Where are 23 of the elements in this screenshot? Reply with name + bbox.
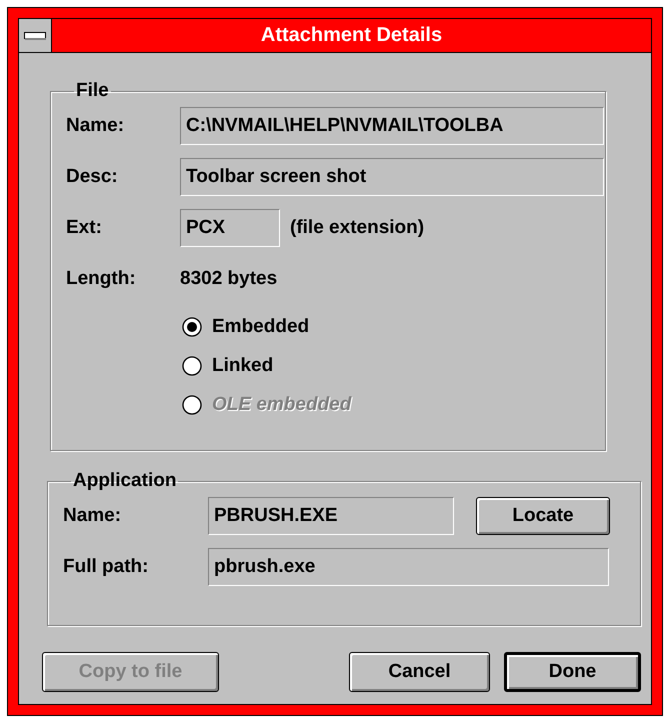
text-field[interactable]: PCX <box>180 209 280 247</box>
system-menu-button[interactable] <box>19 19 52 52</box>
text-field[interactable]: PBRUSH.EXE <box>208 497 454 535</box>
dialog-button[interactable]: Cancel <box>349 652 490 692</box>
field-label: Length: <box>66 268 137 290</box>
field-label: Name: <box>66 115 126 137</box>
text-field[interactable]: pbrush.exe <box>208 548 609 586</box>
field-label: Ext: <box>66 217 103 239</box>
window-title: Attachment Details <box>260 24 444 47</box>
field-note: (file extension) <box>290 217 424 239</box>
text-field[interactable]: C:\NVMAIL\HELP\NVMAIL\TOOLBA <box>180 107 604 145</box>
field-label: Full path: <box>63 556 150 578</box>
text-field[interactable]: Toolbar screen shot <box>180 158 604 196</box>
radio-option[interactable]: Linked <box>182 346 274 385</box>
length-value: 8302 bytes <box>180 267 278 291</box>
field-label: Desc: <box>66 166 119 188</box>
locate-button[interactable]: Locate <box>476 497 610 535</box>
dialog-button[interactable]: Done <box>504 652 641 692</box>
radio-option[interactable]: Embedded <box>182 307 310 346</box>
group-title: File <box>75 81 110 101</box>
group-title: Application <box>72 471 178 491</box>
minus-icon <box>24 32 46 40</box>
field-label: Name: <box>63 505 122 527</box>
